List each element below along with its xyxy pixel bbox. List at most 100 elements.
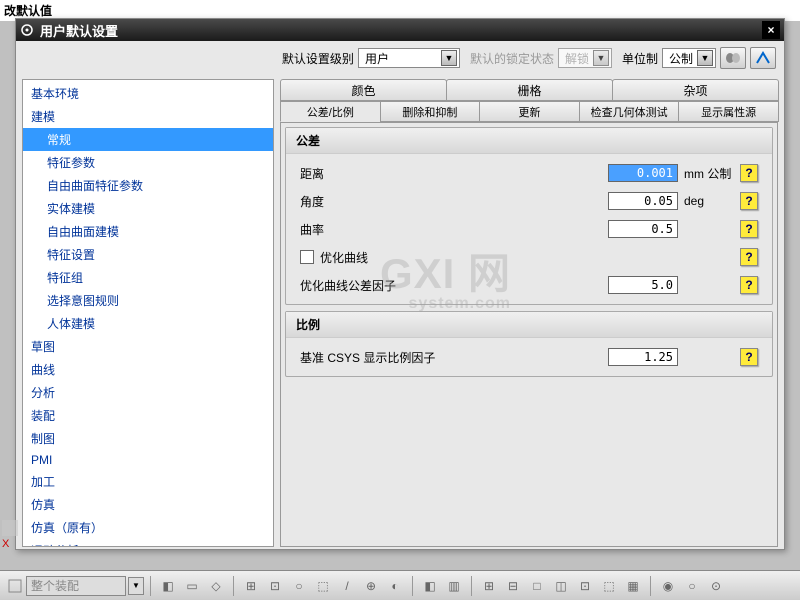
curvature-row: 曲率 ? xyxy=(300,220,758,238)
optimize-curve-checkbox[interactable] xyxy=(300,250,314,264)
tolerance-group: 公差 距离 mm 公制 ? 角度 deg ? xyxy=(285,127,773,305)
level-select[interactable]: 用户 ▼ xyxy=(358,48,460,68)
curvature-label: 曲率 xyxy=(300,221,608,238)
tool-icon[interactable]: ⬚ xyxy=(312,575,334,597)
tool-icon[interactable]: ○ xyxy=(288,575,310,597)
tool-icon[interactable]: ◫ xyxy=(550,575,572,597)
chevron-down-icon: ▼ xyxy=(593,50,609,66)
tree-item[interactable]: 特征组 xyxy=(23,266,273,289)
tool-icon[interactable]: ⊕ xyxy=(360,575,382,597)
tree-item[interactable]: 选择意图规则 xyxy=(23,289,273,312)
side-icons: X xyxy=(2,520,18,554)
secondary-tab[interactable]: 显示属性源 xyxy=(678,101,779,122)
tree-item[interactable]: 人体建模 xyxy=(23,312,273,335)
chevron-down-icon: ▼ xyxy=(128,577,144,595)
distance-input[interactable] xyxy=(608,164,678,182)
tree-item[interactable]: 自由曲面特征参数 xyxy=(23,174,273,197)
unit-label: 单位制 xyxy=(622,50,658,67)
toolbar: 默认设置级别 用户 ▼ 默认的锁定状态 解锁 ▼ 单位制 公制 ▼ xyxy=(16,41,784,75)
bottom-toolbar: 整个装配 ▼ ◧ ▭ ◇ ⊞ ⊡ ○ ⬚ / ⊕ ◐ ◧ ▥ ⊞ ⊟ □ ◫ ⊡… xyxy=(0,570,800,600)
dialog-header: 用户默认设置 × xyxy=(16,19,784,41)
angle-input[interactable] xyxy=(608,192,678,210)
primary-tab[interactable]: 颜色 xyxy=(280,79,447,101)
group-title: 比例 xyxy=(286,312,772,338)
help-icon[interactable]: ? xyxy=(740,164,758,182)
tree-item[interactable]: 常规 xyxy=(23,128,273,151)
tool-icon[interactable]: ⊞ xyxy=(478,575,500,597)
help-icon[interactable]: ? xyxy=(740,248,758,266)
tool-icon[interactable]: ◧ xyxy=(419,575,441,597)
cube-icon[interactable] xyxy=(2,520,18,536)
tree-item[interactable]: 实体建模 xyxy=(23,197,273,220)
assembly-select[interactable]: 整个装配 xyxy=(26,576,126,596)
angle-label: 角度 xyxy=(300,193,608,210)
angle-row: 角度 deg ? xyxy=(300,192,758,210)
tool-icon[interactable]: ⊞ xyxy=(240,575,262,597)
tool-icon[interactable]: ○ xyxy=(681,575,703,597)
secondary-tab[interactable]: 更新 xyxy=(479,101,580,122)
tool-icon[interactable]: / xyxy=(336,575,358,597)
tool-icon[interactable]: ▦ xyxy=(622,575,644,597)
tool-icon[interactable]: ◇ xyxy=(205,575,227,597)
tree-item[interactable]: 分析 xyxy=(23,381,273,404)
tree-item[interactable]: 仿真 xyxy=(23,493,273,516)
tree-item[interactable]: 仿真（原有） xyxy=(23,516,273,539)
tool-icon[interactable]: ⬚ xyxy=(598,575,620,597)
tool-icon[interactable]: ⊙ xyxy=(705,575,727,597)
tree-item[interactable]: 特征参数 xyxy=(23,151,273,174)
unit-select[interactable]: 公制 ▼ xyxy=(662,48,716,68)
right-panel: 颜色栅格杂项 公差/比例删除和抑制更新检查几何体测试显示属性源 公差 距离 mm… xyxy=(280,79,778,547)
tool-icon[interactable]: ⊡ xyxy=(264,575,286,597)
optimize-curve-row: 优化曲线 ? xyxy=(300,248,758,266)
help-icon[interactable]: ? xyxy=(740,192,758,210)
help-icon[interactable]: ? xyxy=(740,348,758,366)
tool-icon[interactable]: ⊟ xyxy=(502,575,524,597)
tool-icon[interactable]: ◐ xyxy=(384,575,406,597)
form-area: 公差 距离 mm 公制 ? 角度 deg ? xyxy=(280,123,778,547)
toolbar-icon-1[interactable] xyxy=(720,47,746,69)
tree-item[interactable]: 装配 xyxy=(23,404,273,427)
tool-icon[interactable]: ▭ xyxy=(181,575,203,597)
distance-unit: mm 公制 xyxy=(684,165,734,182)
secondary-tab[interactable]: 删除和抑制 xyxy=(380,101,481,122)
chevron-down-icon: ▼ xyxy=(441,50,457,66)
content-area: 基本环境建模常规特征参数自由曲面特征参数实体建模自由曲面建模特征设置特征组选择意… xyxy=(16,75,784,553)
tree-item[interactable]: 特征设置 xyxy=(23,243,273,266)
distance-row: 距离 mm 公制 ? xyxy=(300,164,758,182)
tree-item[interactable]: 曲线 xyxy=(23,358,273,381)
tool-icon[interactable]: ◧ xyxy=(157,575,179,597)
tool-icon[interactable]: ⊡ xyxy=(574,575,596,597)
curvature-input[interactable] xyxy=(608,220,678,238)
tree-item[interactable]: 草图 xyxy=(23,335,273,358)
tree-item[interactable]: 建模 xyxy=(23,105,273,128)
tool-icon[interactable]: ◉ xyxy=(657,575,679,597)
axis-icon[interactable]: X xyxy=(2,538,18,554)
primary-tab[interactable]: 杂项 xyxy=(612,79,779,101)
close-button[interactable]: × xyxy=(762,21,780,39)
lock-label: 默认的锁定状态 xyxy=(470,50,554,67)
help-icon[interactable]: ? xyxy=(740,276,758,294)
tree-item[interactable]: 加工 xyxy=(23,470,273,493)
tree-item[interactable]: 制图 xyxy=(23,427,273,450)
scale-group: 比例 基准 CSYS 显示比例因子 ? xyxy=(285,311,773,377)
csys-factor-input[interactable] xyxy=(608,348,678,366)
tool-icon[interactable]: ▥ xyxy=(443,575,465,597)
secondary-tab[interactable]: 检查几何体测试 xyxy=(579,101,680,122)
tree-item[interactable]: 基本环境 xyxy=(23,82,273,105)
optimize-factor-label: 优化曲线公差因子 xyxy=(300,277,608,294)
primary-tab[interactable]: 栅格 xyxy=(446,79,613,101)
secondary-tab[interactable]: 公差/比例 xyxy=(280,101,381,122)
tool-icon[interactable]: □ xyxy=(526,575,548,597)
optimize-factor-input[interactable] xyxy=(608,276,678,294)
filter-icon[interactable] xyxy=(6,577,24,595)
tree-item[interactable]: PMI xyxy=(23,450,273,470)
group-title: 公差 xyxy=(286,128,772,154)
csys-factor-label: 基准 CSYS 显示比例因子 xyxy=(300,349,608,366)
category-tree[interactable]: 基本环境建模常规特征参数自由曲面特征参数实体建模自由曲面建模特征设置特征组选择意… xyxy=(22,79,274,547)
help-icon[interactable]: ? xyxy=(740,220,758,238)
tree-item[interactable]: 自由曲面建模 xyxy=(23,220,273,243)
lock-select[interactable]: 解锁 ▼ xyxy=(558,48,612,68)
distance-label: 距离 xyxy=(300,165,608,182)
tree-item[interactable]: 运动分析 xyxy=(23,539,273,547)
toolbar-icon-2[interactable] xyxy=(750,47,776,69)
